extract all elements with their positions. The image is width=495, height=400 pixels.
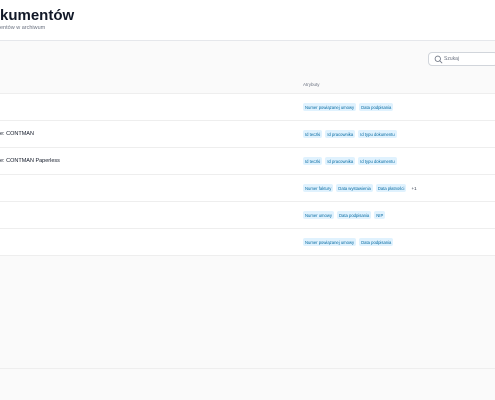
row-attributes: Id teczki Id pracownika Id typu dokumentu (303, 157, 397, 165)
search-input[interactable] (444, 54, 494, 64)
attribute-tag: Id typu dokumentu (358, 130, 397, 138)
attribute-tag: Id teczki (303, 157, 323, 165)
table-row[interactable]: e: CONTMAN Paperless Id teczki Id pracowni… (0, 148, 495, 175)
row-attributes: Numer powiązanej umowy Data podpisania (303, 238, 394, 246)
attribute-tag: Id pracownika (325, 157, 356, 165)
toolbar (0, 41, 495, 78)
attribute-tag: Data podpisania (337, 211, 372, 219)
attribute-tag: Numer umowy (303, 211, 334, 219)
more-attributes-count[interactable]: +1 (409, 185, 418, 192)
table-row[interactable]: Numer powiązanej umowy Data podpisania (0, 94, 495, 121)
attribute-tag: Numer powiązanej umowy (303, 238, 357, 246)
search-box[interactable] (428, 52, 495, 66)
attribute-tag: Numer powiązanej umowy (303, 103, 357, 111)
page-title: kumentów (0, 7, 75, 24)
table-header: Atrybuty (0, 77, 495, 94)
attribute-tag: Id typu dokumentu (358, 157, 397, 165)
table-row[interactable]: Numer powiązanej umowy Data podpisania (0, 229, 495, 256)
attribute-tag: Data podpisania (359, 103, 394, 111)
row-name: e: CONTMAN (0, 131, 34, 137)
attribute-tag: Data płatności (375, 184, 407, 192)
divider (0, 368, 495, 369)
attribute-tag: NIP (374, 211, 386, 219)
attribute-tag: Numer faktury (303, 184, 334, 192)
attribute-tag: Data podpisania (359, 238, 394, 246)
search-icon (434, 55, 443, 64)
table-row[interactable]: e: CONTMAN Id teczki Id pracownika Id typu … (0, 121, 495, 148)
row-attributes: Numer powiązanej umowy Data podpisania (303, 103, 394, 111)
page-header: kumentów entów w archiwum (0, 0, 495, 41)
attribute-tag: Id pracownika (325, 130, 356, 138)
row-attributes: Numer faktury Data wystawienia Data płatno… (303, 184, 419, 192)
table-row[interactable]: Numer faktury Data wystawienia Data płatno… (0, 175, 495, 202)
table-body: Numer powiązanej umowy Data podpisania e: … (0, 94, 495, 256)
column-header-attributes: Atrybuty (303, 82, 320, 87)
page-subtitle: entów w archiwum (0, 25, 46, 31)
row-attributes: Numer umowy Data podpisania NIP (303, 211, 386, 219)
table-row[interactable]: Numer umowy Data podpisania NIP (0, 202, 495, 229)
attribute-tag: Data wystawienia (336, 184, 373, 192)
row-attributes: Id teczki Id pracownika Id typu dokumentu (303, 130, 397, 138)
document-types-table: Atrybuty Numer powiązanej umowy Data podp… (0, 77, 495, 256)
attribute-tag: Id teczki (303, 130, 323, 138)
row-name: e: CONTMAN Paperless (0, 158, 60, 164)
